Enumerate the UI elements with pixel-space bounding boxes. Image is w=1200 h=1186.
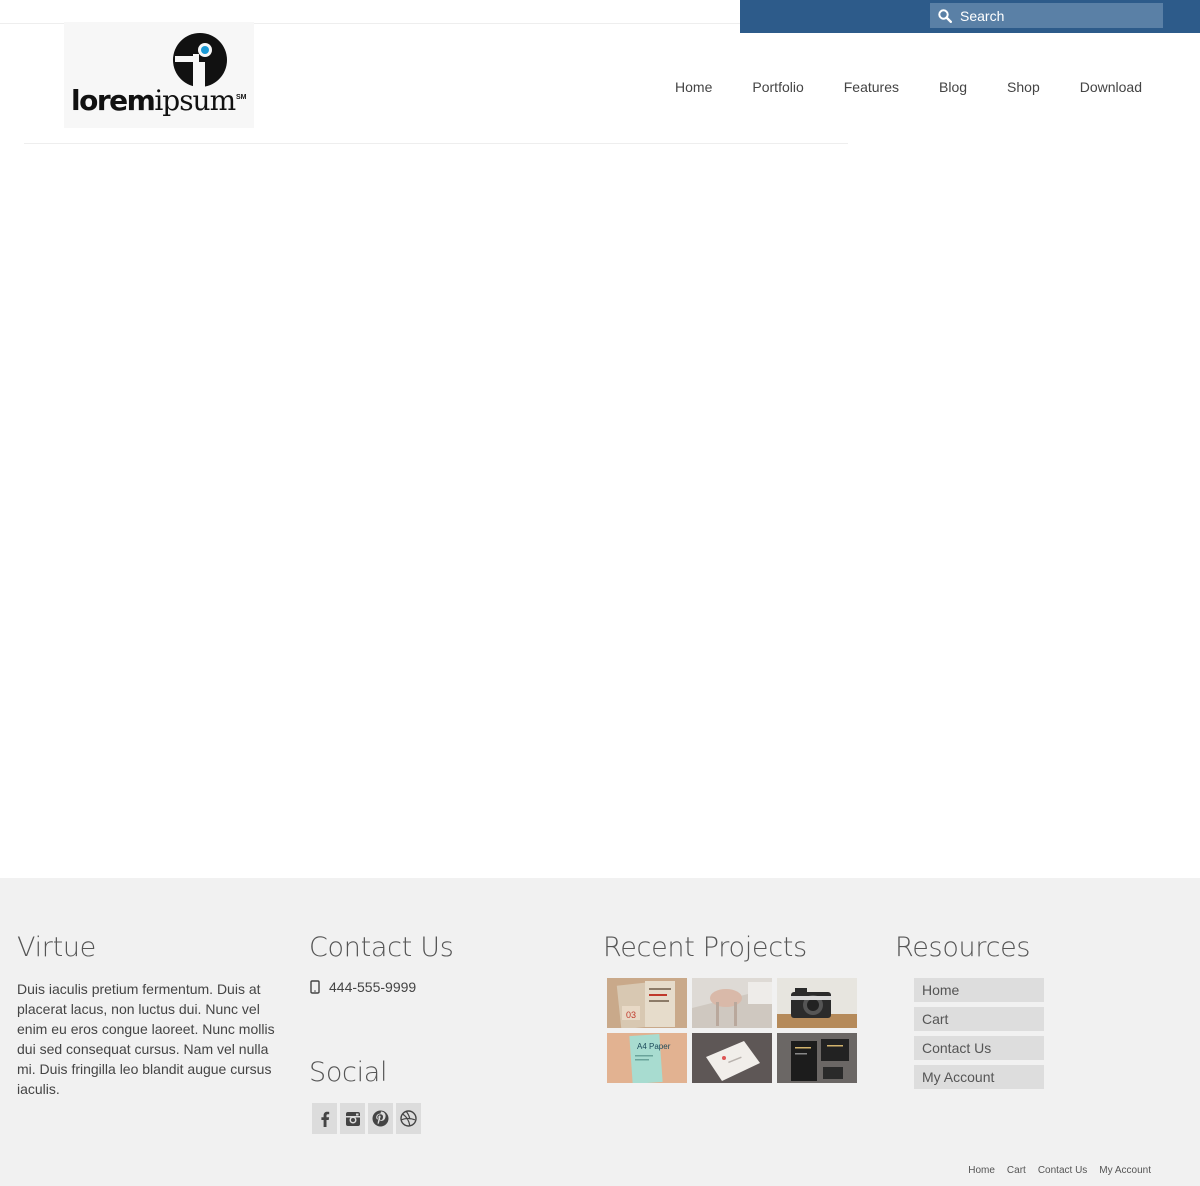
top-bar <box>740 0 1200 33</box>
project-thumb-label: 03 <box>626 1010 636 1020</box>
nav-shop[interactable]: Shop <box>987 78 1060 96</box>
project-thumb-label: A4 Paper <box>637 1042 671 1051</box>
resources-home[interactable]: Home <box>914 978 1044 1002</box>
footer-about-text: Duis iaculis pretium fermentum. Duis at … <box>17 981 275 1097</box>
resources-menu: Home Cart Contact Us My Account <box>914 978 1044 1094</box>
resources-contact-us[interactable]: Contact Us <box>914 1036 1044 1060</box>
footer: Virtue Duis iaculis pretium fermentum. D… <box>0 878 1200 1186</box>
footer-resources-title: Resources <box>895 932 1031 963</box>
logo-wordmark: loremipsum <box>71 84 236 117</box>
project-thumb[interactable] <box>777 1033 857 1083</box>
contact-phone: 444-555-9999 <box>309 979 416 995</box>
nav-portfolio[interactable]: Portfolio <box>732 78 823 96</box>
search-input[interactable] <box>960 3 1150 28</box>
recent-projects-grid: 03 A4 Paper <box>607 978 857 1083</box>
footer-projects-title: Recent Projects <box>603 932 807 963</box>
nav-download[interactable]: Download <box>1060 78 1142 96</box>
footer-bottom-nav: Home Cart Contact Us My Account <box>968 1165 1151 1176</box>
footer-social-title: Social <box>309 1057 388 1088</box>
project-thumb[interactable] <box>777 978 857 1028</box>
search-box[interactable] <box>930 3 1163 28</box>
site-logo[interactable]: loremipsum SM <box>64 22 254 128</box>
social-links <box>312 1103 421 1134</box>
bottom-link-home[interactable]: Home <box>968 1165 995 1176</box>
resources-my-account[interactable]: My Account <box>914 1065 1044 1089</box>
bottom-link-my-account[interactable]: My Account <box>1099 1165 1151 1176</box>
instagram-icon[interactable] <box>340 1103 365 1134</box>
bottom-link-contact-us[interactable]: Contact Us <box>1038 1165 1087 1176</box>
project-thumb[interactable] <box>692 978 772 1028</box>
contact-phone-number: 444-555-9999 <box>329 979 417 995</box>
footer-about-title: Virtue <box>17 932 96 963</box>
project-thumb[interactable]: 03 <box>607 978 687 1028</box>
mobile-phone-icon <box>310 980 320 994</box>
nav-features[interactable]: Features <box>824 78 919 96</box>
page: loremipsum SM Home Portfolio Features Bl… <box>0 0 1200 1186</box>
bottom-link-cart[interactable]: Cart <box>1007 1165 1026 1176</box>
header-divider <box>24 143 848 144</box>
nav-blog[interactable]: Blog <box>919 78 987 96</box>
pinterest-icon[interactable] <box>368 1103 393 1134</box>
resources-cart[interactable]: Cart <box>914 1007 1044 1031</box>
project-thumb[interactable] <box>692 1033 772 1083</box>
logo-mark-icon <box>173 33 227 88</box>
logo-trademark: SM <box>236 94 247 101</box>
search-icon[interactable] <box>930 3 960 28</box>
facebook-icon[interactable] <box>312 1103 337 1134</box>
project-thumb[interactable]: A4 Paper <box>607 1033 687 1083</box>
footer-contact-title: Contact Us <box>309 932 454 963</box>
dribbble-icon[interactable] <box>396 1103 421 1134</box>
main-nav: Home Portfolio Features Blog Shop Downlo… <box>655 78 1142 96</box>
nav-home[interactable]: Home <box>655 78 732 96</box>
